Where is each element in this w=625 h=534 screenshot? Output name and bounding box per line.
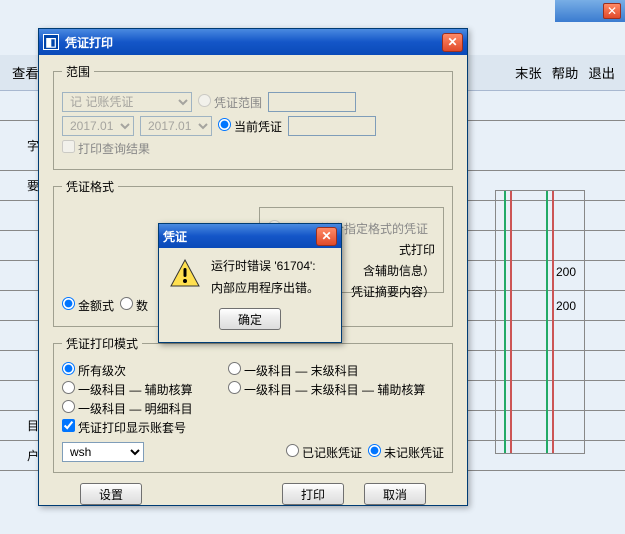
scope-group: 范围 记 记账凭证 凭证范围 2017.01 2017.01 当前凭证 — [53, 63, 453, 170]
radio-lv1-last[interactable]: 一级科目 — 末级科目 — [228, 362, 359, 379]
radio-posted[interactable]: 已记账凭证 — [286, 444, 362, 461]
mode-legend: 凭证打印模式 — [62, 335, 142, 352]
ok-button[interactable]: 确定 — [219, 308, 281, 330]
alert-title: 凭证 — [163, 228, 316, 245]
scope-legend: 范围 — [62, 63, 94, 80]
radio-unposted[interactable]: 未记账凭证 — [368, 444, 444, 461]
radio-count-style[interactable]: 数 — [120, 297, 148, 314]
settings-button[interactable]: 设置 — [80, 483, 142, 505]
radio-all-levels[interactable]: 所有级次 — [62, 362, 222, 379]
dialog-title: 凭证打印 — [65, 34, 442, 51]
alert-line2: 内部应用程序出错。 — [211, 280, 319, 296]
date-from-select: 2017.01 — [62, 116, 134, 136]
user-select[interactable]: wsh — [62, 442, 144, 462]
alert-line1: 运行时错误 '61704': — [211, 258, 319, 274]
radio-lv1-last-assist[interactable]: 一级科目 — 末级科目 — 辅助核算 — [228, 381, 425, 398]
voucher-type-select: 记 记账凭证 — [62, 92, 192, 112]
cb-show-account-no[interactable]: 凭证打印显示账套号 — [62, 419, 186, 436]
label-summary-content: 凭证摘要内容） — [351, 283, 435, 300]
label-assist-info: 含辅助信息） — [363, 262, 435, 279]
outer-titlebar: ✕ — [555, 0, 625, 22]
dialog-titlebar[interactable]: ◧ 凭证打印 ✕ — [39, 29, 467, 55]
app-icon: ◧ — [43, 34, 59, 50]
bg-exit-button[interactable]: 退出 — [584, 61, 619, 84]
bg-amount-a: 200 — [556, 265, 576, 279]
close-icon[interactable]: ✕ — [603, 3, 621, 19]
print-mode-group: 凭证打印模式 所有级次 一级科目 — 末级科目 一级科目 — 辅助核算 一级科目… — [53, 335, 453, 473]
warning-icon — [169, 258, 201, 290]
radio-amount-style[interactable]: 金额式 — [62, 297, 114, 314]
bg-amount-b: 200 — [556, 299, 576, 313]
print-button[interactable]: 打印 — [282, 483, 344, 505]
error-alert-dialog: 凭证 ✕ 运行时错误 '61704': 内部应用程序出错。 确定 — [158, 223, 342, 343]
current-voucher-input — [288, 116, 376, 136]
date-to-select: 2017.01 — [140, 116, 212, 136]
radio-style-print[interactable]: 式打印 — [399, 241, 435, 258]
cancel-button[interactable]: 取消 — [364, 483, 426, 505]
close-icon[interactable]: ✕ — [442, 33, 463, 52]
radio-voucher-range: 凭证范围 — [198, 94, 262, 111]
voucher-range-input — [268, 92, 356, 112]
bg-help-button[interactable]: 帮助 — [548, 61, 583, 84]
radio-lv1-detail[interactable]: 一级科目 — 明细科目 — [62, 400, 193, 417]
close-icon[interactable]: ✕ — [316, 227, 337, 246]
alert-message: 运行时错误 '61704': 内部应用程序出错。 — [211, 258, 319, 296]
format-legend: 凭证格式 — [62, 178, 118, 195]
bg-amount-column: 200 200 — [495, 190, 585, 454]
bg-last-button[interactable]: 末张 — [511, 61, 546, 84]
cb-print-query-result: 打印查询结果 — [62, 140, 150, 157]
radio-current-voucher[interactable]: 当前凭证 — [218, 118, 282, 135]
radio-lv1-assist[interactable]: 一级科目 — 辅助核算 — [62, 381, 222, 398]
alert-titlebar[interactable]: 凭证 ✕ — [159, 224, 341, 248]
